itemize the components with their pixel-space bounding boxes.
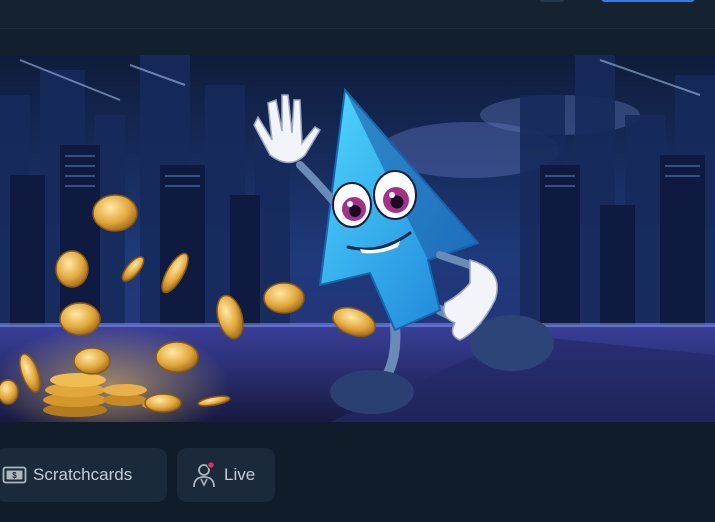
header-button-partial[interactable] <box>539 0 565 2</box>
scratchcard-icon: $ <box>2 465 28 485</box>
svg-text:$: $ <box>12 471 17 480</box>
live-dealer-icon <box>191 461 219 489</box>
promo-banner[interactable] <box>0 55 715 422</box>
category-tab-live[interactable]: Live <box>177 448 275 502</box>
category-tabs: $ Scratchcards Live <box>0 448 275 502</box>
banner-illustration <box>0 55 715 422</box>
category-tab-label: Live <box>224 465 256 484</box>
category-tab-label: Scratchcards <box>33 465 133 484</box>
header-primary-button-partial[interactable] <box>601 0 695 2</box>
sub-header <box>0 29 715 55</box>
top-header <box>0 0 715 29</box>
category-tab-scratchcards[interactable]: $ Scratchcards <box>0 448 167 502</box>
